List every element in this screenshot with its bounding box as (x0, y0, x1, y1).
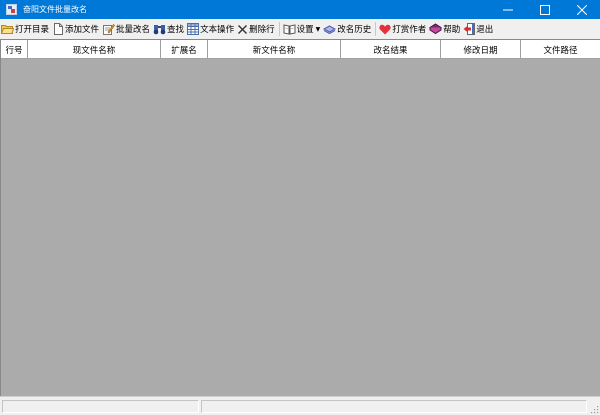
batch-rename-button[interactable]: 批量改名 (101, 20, 152, 38)
delete-x-icon (238, 24, 248, 34)
help-label: 帮助 (443, 25, 461, 35)
dropdown-arrow-icon: ▼ (315, 25, 321, 33)
settings-label: 设置 (296, 25, 314, 35)
find-label: 查找 (167, 25, 185, 35)
column-header-new-name[interactable]: 新文件名称 (208, 40, 341, 59)
toolbar: 打开目录 添加文件 批量改名 查找 文本操作 删除行 设置 ▼ 改名历史 打赏作… (0, 19, 600, 39)
find-button[interactable]: 查找 (152, 20, 186, 38)
minimize-button[interactable] (489, 0, 526, 19)
add-file-icon (54, 23, 64, 35)
column-header-modified-date[interactable]: 修改日期 (441, 40, 521, 59)
status-bar (0, 396, 600, 415)
open-directory-label: 打开目录 (15, 25, 50, 35)
binoculars-icon (153, 25, 166, 35)
delete-row-label: 删除行 (249, 25, 275, 35)
maximize-button[interactable] (526, 0, 563, 19)
exit-label: 退出 (476, 25, 494, 35)
close-button[interactable] (563, 0, 600, 19)
text-operation-label: 文本操作 (200, 25, 235, 35)
delete-row-button[interactable]: 删除行 (236, 20, 277, 38)
column-header-rename-result[interactable]: 改名结果 (341, 40, 441, 59)
status-panel-left (2, 400, 199, 413)
exit-door-icon (463, 23, 476, 35)
help-book-icon (429, 23, 443, 35)
help-button[interactable]: 帮助 (428, 20, 462, 38)
add-file-label: 添加文件 (65, 25, 100, 35)
rename-history-button[interactable]: 改名历史 (322, 20, 373, 38)
pencil-icon (103, 24, 115, 35)
settings-book-icon (283, 24, 296, 35)
settings-dropdown-button[interactable]: 设置 ▼ (282, 20, 323, 38)
resize-grip-icon[interactable] (590, 405, 599, 414)
column-header-file-path[interactable]: 文件路径 (521, 40, 600, 59)
tip-author-button[interactable]: 打赏作者 (378, 20, 428, 38)
status-panel-right (201, 400, 587, 413)
text-operation-button[interactable]: 文本操作 (186, 20, 236, 38)
history-icon (323, 25, 337, 35)
add-file-button[interactable]: 添加文件 (51, 20, 101, 38)
grid-icon (187, 23, 200, 35)
close-icon (576, 4, 587, 15)
column-header-row-number[interactable]: 行号 (1, 40, 28, 59)
tip-author-label: 打赏作者 (392, 25, 427, 35)
heart-icon (379, 24, 391, 34)
minimize-icon (502, 9, 513, 10)
window-title: 奋阳文件批量改名 (23, 5, 87, 14)
title-bar: 奋阳文件批量改名 (0, 0, 600, 19)
exit-button[interactable]: 退出 (462, 20, 495, 38)
folder-open-icon (1, 25, 14, 34)
toolbar-separator (375, 22, 377, 36)
file-list-grid[interactable]: 行号 现文件名称 扩展名 新文件名称 改名结果 修改日期 文件路径 (0, 39, 600, 396)
grid-header: 行号 现文件名称 扩展名 新文件名称 改名结果 修改日期 文件路径 (1, 40, 600, 59)
column-header-extension[interactable]: 扩展名 (161, 40, 208, 59)
maximize-icon (539, 4, 550, 15)
toolbar-separator (278, 22, 280, 36)
batch-rename-label: 批量改名 (116, 25, 151, 35)
column-header-current-name[interactable]: 现文件名称 (28, 40, 161, 59)
open-directory-button[interactable]: 打开目录 (0, 20, 51, 38)
rename-history-label: 改名历史 (337, 25, 372, 35)
app-icon (5, 4, 17, 16)
